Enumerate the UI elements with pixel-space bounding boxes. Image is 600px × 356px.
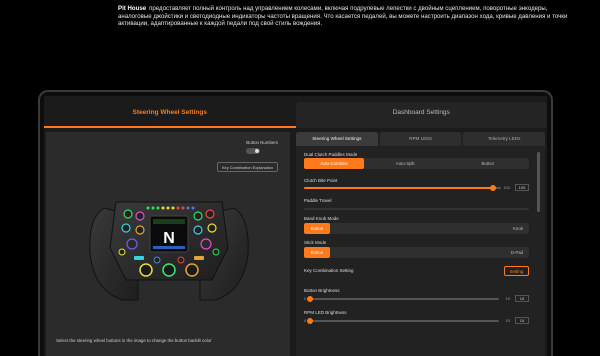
rpm-brightness-max: 15 (505, 318, 510, 323)
band-knob-option-button[interactable]: Button (304, 223, 330, 234)
dual-clutch-row: Dual Clutch Paddles Mode Auto-Combine Au… (304, 152, 529, 169)
subtab-steering-wheel-settings[interactable]: Steering Wheel Settings (296, 132, 378, 146)
clutch-bite-value-box[interactable]: 100 (515, 184, 529, 191)
tab-dashboard-settings[interactable]: Dashboard Settings (295, 102, 547, 128)
key-combination-row: Key Combination Setting Setting (304, 266, 529, 276)
intro-body: предоставляет полный контроль над управл… (118, 5, 568, 28)
stick-mode-option-dpad[interactable]: D-Pad (330, 247, 529, 258)
clutch-bite-label: Clutch Bite Point (304, 178, 338, 183)
settings-panel: Steering Wheel Settings RPM LEDs Telemet… (296, 132, 546, 356)
intro-text: Pit House предоставляет полный контроль н… (118, 5, 568, 28)
subtab-rpm-leds[interactable]: RPM LEDs (379, 132, 462, 146)
button-numbers-control: Button Numbers (246, 140, 278, 154)
tab-steering-wheel-settings[interactable]: Steering Wheel Settings (44, 102, 296, 128)
band-knob-selector: Button Knob (304, 223, 529, 234)
stick-mode-option-button[interactable]: Button (304, 247, 330, 258)
button-brightness-value-box[interactable]: 15 (515, 295, 529, 302)
dual-clutch-selector: Auto-Combine Auto-Split Button (304, 158, 529, 169)
button-brightness-max: 15 (505, 296, 510, 301)
button-numbers-label: Button Numbers (246, 140, 278, 145)
top-nav: Steering Wheel Settings Dashboard Settin… (44, 102, 547, 128)
clutch-bite-value-label: 100 (503, 185, 510, 190)
rpm-brightness-handle[interactable] (307, 318, 313, 324)
rpm-brightness-value-box[interactable]: 15 (515, 317, 529, 324)
paddle-travel-divider (304, 208, 529, 210)
settings-subtabs: Steering Wheel Settings RPM LEDs Telemet… (296, 132, 546, 146)
button-brightness-min: 0 (304, 296, 307, 301)
dual-clutch-label: Dual Clutch Paddles Mode (304, 152, 358, 157)
clutch-bite-handle[interactable] (490, 185, 497, 191)
button-brightness-slider[interactable] (307, 296, 499, 302)
button-brightness-label: Button Brightness (304, 288, 340, 293)
subtab-telemetry-leds[interactable]: Telemetry LEDs (463, 132, 546, 146)
steering-wheel-image[interactable]: N (86, 188, 252, 310)
dual-clutch-option-auto-combine[interactable]: Auto-Combine (304, 158, 364, 169)
rpm-brightness-min: 0 (304, 318, 307, 323)
band-knob-label: Band Knob Mode (304, 216, 339, 221)
button-numbers-toggle[interactable] (246, 148, 261, 154)
wheel-hint-text: Select the steering wheel buttons in the… (56, 338, 212, 343)
stick-mode-row: Stick Mode Button D-Pad (304, 240, 529, 258)
intro-brand: Pit House (118, 5, 147, 12)
clutch-bite-fill (304, 187, 494, 189)
laptop-frame: Steering Wheel Settings Dashboard Settin… (38, 90, 553, 356)
dual-clutch-option-button[interactable]: Button (447, 158, 530, 169)
app-screen: Steering Wheel Settings Dashboard Settin… (44, 96, 547, 356)
key-combination-explanation-button[interactable]: Key Combination Explanation (216, 162, 278, 172)
wheel-preview-panel: Button Numbers Key Combination Explanati… (46, 132, 290, 356)
key-combination-label: Key Combination Setting (304, 268, 354, 273)
clutch-bite-slider[interactable] (304, 185, 501, 191)
settings-scrollbar[interactable] (537, 152, 540, 212)
rpm-brightness-label: RPM LED Brightness (304, 310, 347, 315)
svg-text:N: N (163, 230, 175, 247)
band-knob-row: Band Knob Mode Button Knob (304, 216, 529, 234)
rpm-brightness-slider[interactable] (307, 318, 499, 324)
band-knob-option-knob[interactable]: Knob (330, 223, 529, 234)
dual-clutch-option-auto-split[interactable]: Auto-Split (364, 158, 447, 169)
stick-mode-label: Stick Mode (304, 240, 327, 245)
key-combination-setting-button[interactable]: Setting (503, 266, 529, 276)
rpm-brightness-row: RPM LED Brightness 0 15 15 (304, 310, 529, 324)
button-brightness-row: Button Brightness 0 15 15 (304, 288, 529, 302)
clutch-bite-row: Clutch Bite Point 100 100 (304, 178, 529, 191)
button-brightness-handle[interactable] (307, 296, 313, 302)
paddle-travel-label: Paddle Travel (304, 198, 332, 203)
stick-mode-selector: Button D-Pad (304, 247, 529, 258)
paddle-travel-row: Paddle Travel (304, 198, 529, 210)
